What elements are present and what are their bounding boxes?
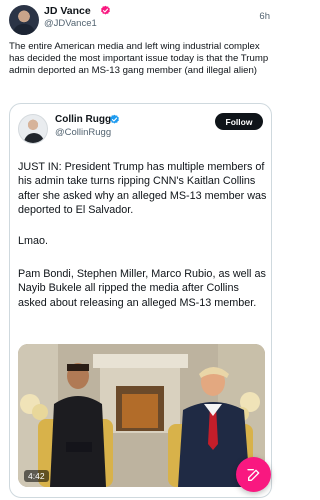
quoted-post-card[interactable]: Collin Rugg @CollinRugg Follow JUST IN: … [9, 103, 272, 498]
video-duration: 4:42 [24, 470, 49, 482]
quoted-post-paragraph: JUST IN: President Trump has multiple me… [18, 161, 267, 217]
compose-icon [246, 468, 259, 481]
post-header: JD Vance @JDVance1 6h [0, 0, 281, 36]
video-thumbnail[interactable]: 4:42 [18, 344, 265, 487]
author-name[interactable]: JD Vance [44, 5, 91, 17]
compose-button[interactable] [236, 457, 271, 492]
post-timestamp[interactable]: 6h [259, 11, 270, 22]
verified-badge-icon [101, 5, 110, 15]
post-text: The entire American media and left wing … [9, 41, 269, 77]
quoted-author-handle[interactable]: @CollinRugg [55, 127, 111, 138]
verified-badge-icon [110, 114, 119, 124]
avatar[interactable] [9, 5, 39, 35]
quoted-author-avatar[interactable] [18, 114, 48, 144]
video-frame [18, 344, 265, 487]
author-handle[interactable]: @JDVance1 [44, 18, 97, 29]
follow-button[interactable]: Follow [215, 113, 263, 130]
quoted-post-paragraph: Lmao. [18, 235, 49, 247]
quoted-author-name[interactable]: Collin Rugg [55, 114, 111, 125]
quoted-post-paragraph: Pam Bondi, Stephen Miller, Marco Rubio, … [18, 268, 266, 309]
